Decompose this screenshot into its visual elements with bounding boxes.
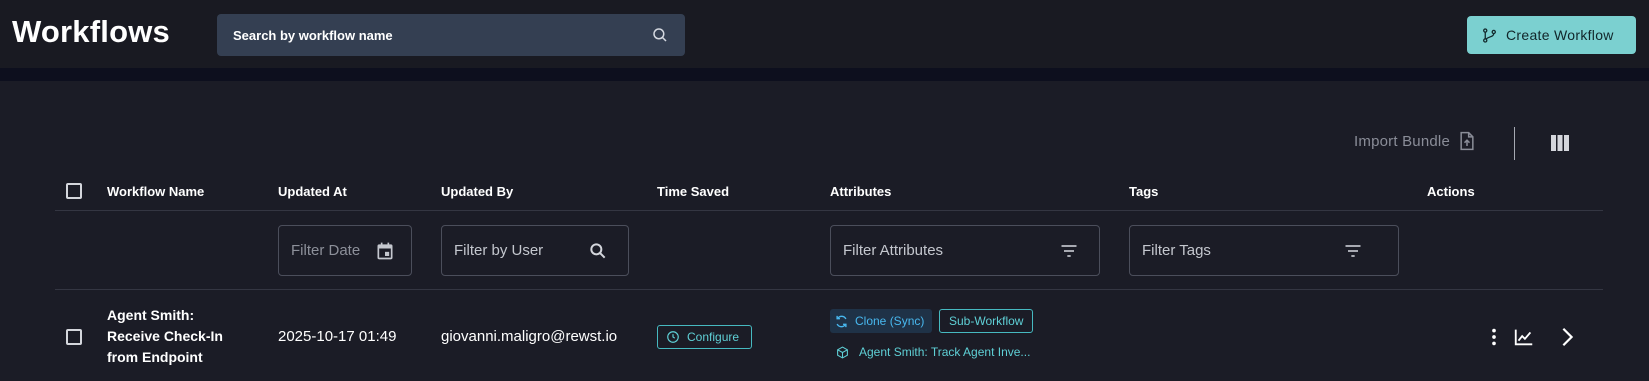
- create-workflow-label: Create Workflow: [1506, 27, 1614, 43]
- column-header-updated-at[interactable]: Updated At: [278, 184, 347, 199]
- search-icon[interactable]: [651, 26, 669, 44]
- configure-label: Configure: [687, 330, 740, 344]
- search-bar[interactable]: [217, 14, 685, 56]
- git-branch-icon: [1483, 27, 1496, 43]
- attribute-chip-track-agent[interactable]: Agent Smith: Track Agent Inve...: [836, 345, 1030, 359]
- attribute-chip-sub-workflow[interactable]: Sub-Workflow: [939, 309, 1034, 333]
- select-all-checkbox[interactable]: [66, 183, 82, 199]
- columns-icon[interactable]: [1551, 135, 1569, 151]
- configure-time-saved-button[interactable]: Configure: [657, 325, 752, 349]
- column-header-attributes[interactable]: Attributes: [830, 184, 891, 199]
- filter-user-field[interactable]: [441, 225, 629, 276]
- column-header-updated-by[interactable]: Updated By: [441, 184, 513, 199]
- attribute-chip-label: Agent Smith: Track Agent Inve...: [859, 345, 1031, 359]
- filter-row-divider: [55, 289, 1603, 290]
- header-divider: [55, 210, 1603, 211]
- column-header-actions: Actions: [1427, 184, 1475, 199]
- import-bundle-label: Import Bundle: [1354, 132, 1450, 150]
- sync-icon: [836, 315, 847, 327]
- column-header-workflow-name[interactable]: Workflow Name: [107, 184, 204, 199]
- search-icon[interactable]: [588, 241, 608, 261]
- chevron-right-icon[interactable]: [1556, 326, 1578, 348]
- clock-icon: [667, 331, 679, 343]
- filter-icon[interactable]: [1059, 241, 1079, 261]
- more-vertical-icon[interactable]: [1483, 326, 1505, 348]
- create-workflow-button[interactable]: Create Workflow: [1467, 16, 1636, 54]
- attribute-chip-clone-sync[interactable]: Clone (Sync): [830, 309, 933, 333]
- updated-at: 2025-10-17 01:49: [278, 328, 397, 345]
- chart-icon[interactable]: [1513, 326, 1535, 348]
- header-strip: [0, 68, 1649, 81]
- toolbar-divider: [1514, 127, 1515, 160]
- attribute-chip-label: Clone (Sync): [855, 314, 925, 328]
- attribute-chip-label: Sub-Workflow: [949, 314, 1024, 328]
- filter-tags-field[interactable]: [1129, 225, 1399, 276]
- updated-by: giovanni.maligro@rewst.io: [441, 328, 618, 345]
- workflow-name[interactable]: Agent Smith: Receive Check-In from Endpo…: [107, 305, 247, 368]
- import-bundle-button[interactable]: Import Bundle: [1354, 131, 1476, 151]
- column-header-time-saved[interactable]: Time Saved: [657, 184, 729, 199]
- cube-icon: [837, 345, 848, 359]
- file-upload-icon: [1460, 131, 1474, 151]
- filter-icon[interactable]: [1343, 241, 1363, 261]
- page-title: Workflows: [12, 14, 170, 49]
- column-header-tags[interactable]: Tags: [1129, 184, 1158, 199]
- filter-attributes-field[interactable]: [830, 225, 1100, 276]
- search-input[interactable]: [217, 14, 637, 56]
- filter-date-field[interactable]: [278, 225, 412, 276]
- row-checkbox[interactable]: [66, 329, 82, 345]
- calendar-icon[interactable]: [375, 241, 395, 261]
